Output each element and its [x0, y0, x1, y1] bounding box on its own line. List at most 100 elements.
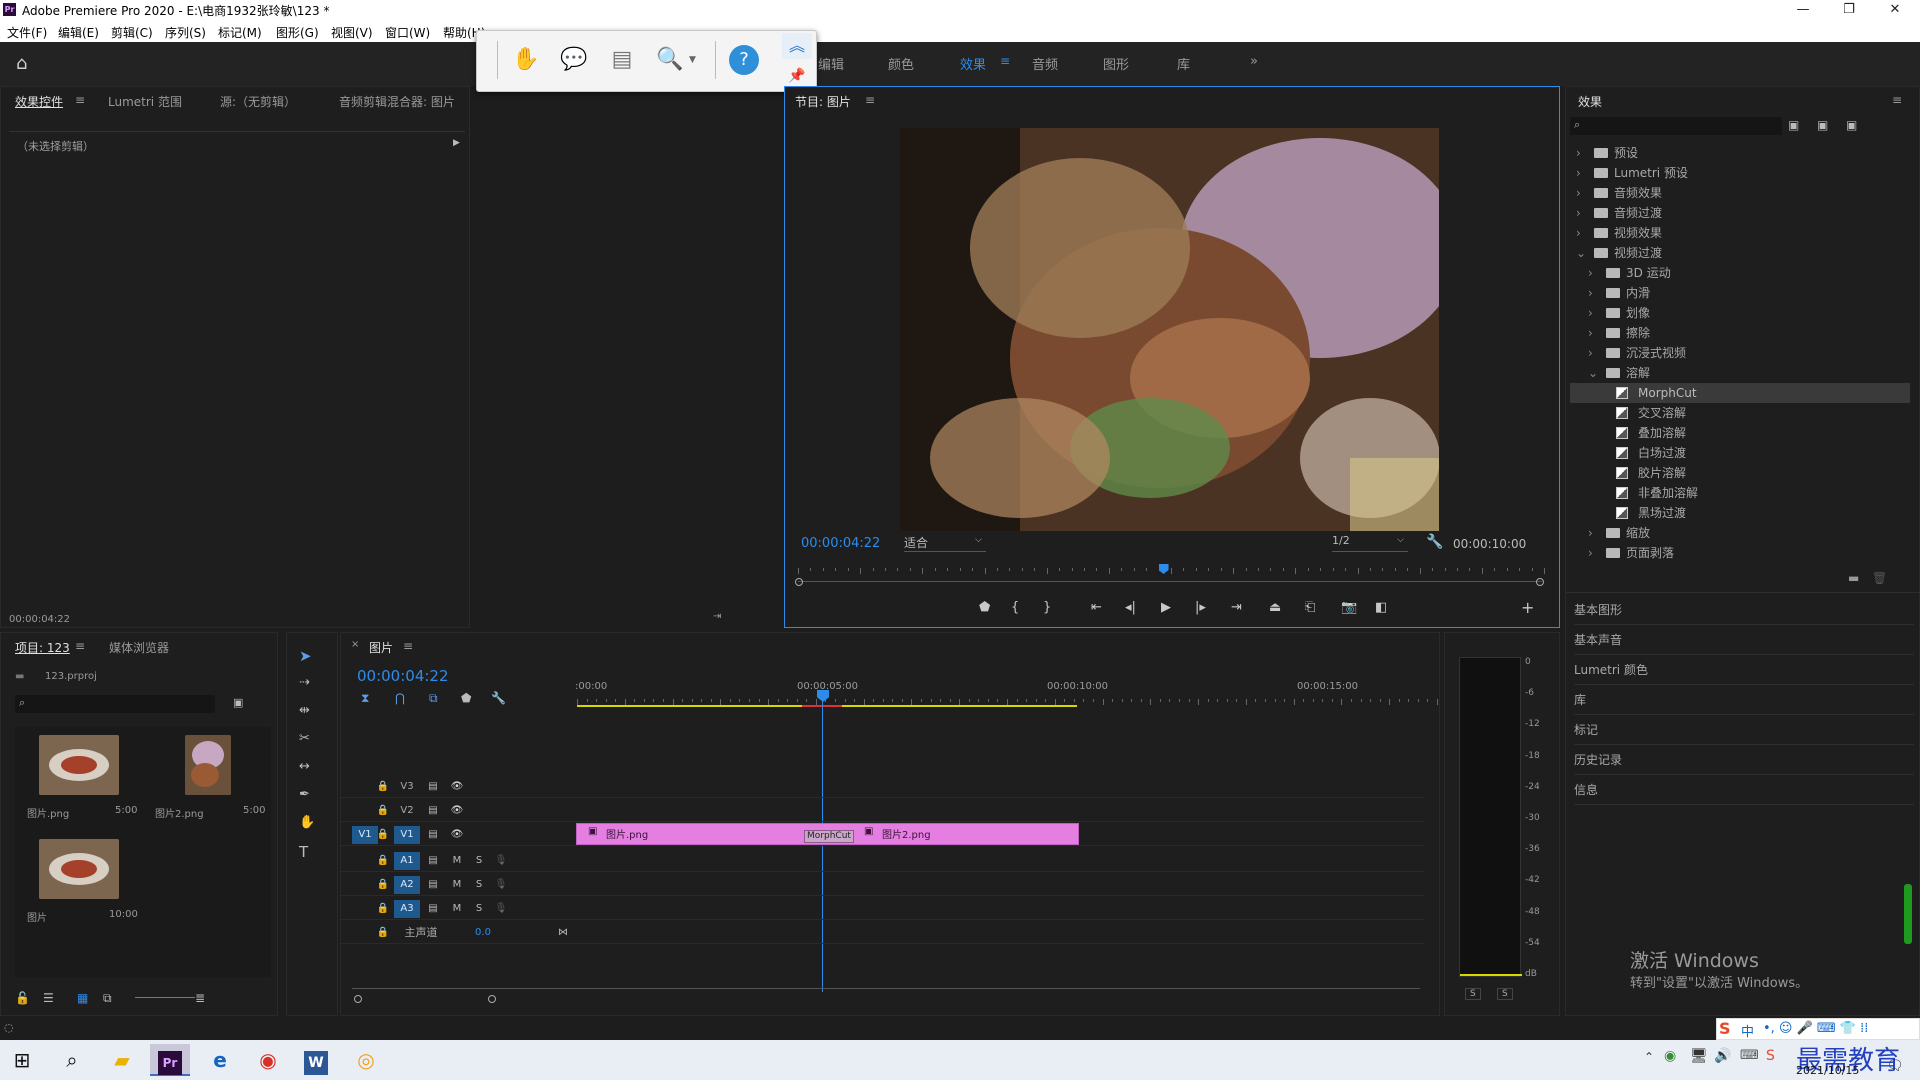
- tray-expand-icon[interactable]: ⌃: [1644, 1050, 1654, 1064]
- workspace-audio[interactable]: 音频: [1032, 54, 1058, 73]
- fit-dropdown[interactable]: 适合 ⌵: [904, 534, 986, 552]
- slip-tool-icon[interactable]: ↔: [299, 759, 310, 774]
- pen-tool-icon[interactable]: ✒: [299, 787, 310, 802]
- menu-sequence[interactable]: 序列(S): [165, 24, 206, 41]
- sogou-tray-icon[interactable]: S: [1766, 1048, 1775, 1064]
- chevron-right-icon[interactable]: ›: [1576, 223, 1586, 243]
- voiceover-record-icon[interactable]: 🎙: [488, 876, 514, 894]
- workspace-more-icon[interactable]: »: [1250, 54, 1258, 69]
- tab-audio-clip-mixer[interactable]: 音频剪辑混合器: 图片: [339, 93, 455, 110]
- time-ruler[interactable]: :00:00 00:00:05:00 00:00:10:00 00:00:15:…: [575, 677, 1438, 707]
- solo-right-button[interactable]: S: [1497, 988, 1513, 1000]
- project-search-input[interactable]: ⌕: [15, 695, 215, 713]
- chevron-right-icon[interactable]: ›: [1588, 283, 1598, 303]
- scroll-handle-right[interactable]: [488, 995, 496, 1003]
- effects-tree-item[interactable]: › 缩放: [1570, 523, 1910, 543]
- chevron-right-icon[interactable]: ›: [1588, 303, 1598, 323]
- tab-project[interactable]: 项目: 123: [15, 639, 70, 656]
- toggle-track-output-icon[interactable]: 👁: [444, 802, 470, 820]
- chevron-right-icon[interactable]: ›: [1588, 343, 1598, 363]
- sync-lock-icon[interactable]: ▤: [420, 900, 446, 918]
- add-marker-icon[interactable]: ⬟: [979, 600, 990, 615]
- track-lock-icon[interactable]: 🔒: [370, 826, 396, 844]
- workspace-edit[interactable]: 编辑: [818, 54, 844, 73]
- chevron-right-icon[interactable]: ›: [1588, 323, 1598, 343]
- effects-tree-item[interactable]: › Lumetri 预设: [1570, 163, 1910, 183]
- voiceover-record-icon[interactable]: 🎙: [488, 900, 514, 918]
- 32bit-effects-icon[interactable]: ▣: [1817, 118, 1828, 132]
- collapse-up-icon[interactable]: ︽: [782, 33, 812, 59]
- go-to-out-icon[interactable]: ⇥: [1231, 600, 1242, 615]
- sort-icon[interactable]: ≣: [195, 991, 205, 1005]
- clip-name-2[interactable]: 图片2.png: [882, 826, 931, 841]
- button-editor-add-icon[interactable]: +: [1521, 598, 1534, 617]
- track-lock-icon[interactable]: 🔒: [370, 876, 396, 894]
- track-name[interactable]: V3: [394, 778, 420, 796]
- sync-lock-icon[interactable]: ▤: [420, 876, 446, 894]
- timeline-settings-icon[interactable]: 🔧: [491, 691, 506, 705]
- track-lock-icon[interactable]: 🔒: [370, 924, 396, 942]
- new-search-bin-icon[interactable]: ▣: [233, 696, 243, 709]
- zoom-slider[interactable]: [135, 997, 195, 998]
- effects-section-header[interactable]: 基本声音: [1574, 631, 1914, 655]
- step-back-icon[interactable]: ◂|: [1125, 600, 1136, 615]
- effects-search-input[interactable]: ⌕: [1570, 117, 1782, 135]
- effects-section-header[interactable]: 库: [1574, 691, 1914, 715]
- track-name[interactable]: A1: [394, 852, 420, 870]
- workspace-effects[interactable]: 效果: [960, 54, 986, 73]
- program-scrubber[interactable]: [798, 562, 1545, 582]
- sogou-ime-icon[interactable]: S: [1719, 1019, 1731, 1038]
- start-windows-icon[interactable]: ⊞: [2, 1044, 42, 1076]
- tray-app-icon[interactable]: ◉: [1664, 1048, 1676, 1064]
- solo-left-button[interactable]: S: [1465, 988, 1481, 1000]
- program-monitor-menu-icon[interactable]: ≡: [865, 93, 875, 107]
- yuv-effects-icon[interactable]: ▣: [1846, 118, 1857, 132]
- ime-tray-icon[interactable]: ⌨: [1740, 1048, 1759, 1063]
- lift-icon[interactable]: ⏏: [1269, 600, 1281, 615]
- menu-edit[interactable]: 编辑(E): [58, 24, 99, 41]
- mark-in-icon[interactable]: {: [1011, 600, 1019, 615]
- thumbnail-sequence[interactable]: [39, 839, 119, 899]
- toggle-track-output-icon[interactable]: 👁: [444, 826, 470, 844]
- timeline-timecode[interactable]: 00:00:04:22: [357, 667, 449, 685]
- effects-tree-item[interactable]: ⌄ 视频过渡: [1570, 243, 1910, 263]
- track-name[interactable]: V2: [394, 802, 420, 820]
- export-frame-icon[interactable]: 📷: [1341, 600, 1357, 615]
- add-marker-icon[interactable]: ⬟: [461, 691, 471, 705]
- menu-graphics[interactable]: 图形(G): [276, 24, 319, 41]
- selection-tool-icon[interactable]: ➤: [299, 647, 312, 665]
- thumbnail-image-2[interactable]: [185, 735, 231, 795]
- file-explorer-icon[interactable]: ▰: [102, 1044, 142, 1076]
- effects-tree-item[interactable]: 白场过渡: [1570, 443, 1910, 463]
- sync-lock-icon[interactable]: ▤: [420, 852, 446, 870]
- hand-icon[interactable]: ✋: [509, 43, 543, 77]
- premiere-taskbar-icon[interactable]: Pr: [150, 1044, 190, 1076]
- zoom-handle-right[interactable]: [1536, 578, 1544, 586]
- chevron-right-icon[interactable]: ›: [1588, 263, 1598, 283]
- chevron-right-icon[interactable]: ›: [1576, 183, 1586, 203]
- wrench-icon[interactable]: 🔧: [1426, 534, 1443, 550]
- scroll-handle-left[interactable]: [354, 995, 362, 1003]
- chevron-down-icon[interactable]: ⌄: [1588, 363, 1598, 383]
- notification-icon[interactable]: 🗨: [1886, 1058, 1904, 1074]
- step-forward-icon[interactable]: |▸: [1195, 600, 1206, 615]
- sync-lock-icon[interactable]: ▤: [420, 826, 446, 844]
- menu-view[interactable]: 视图(V): [331, 24, 373, 41]
- tab-media-browser[interactable]: 媒体浏览器: [109, 639, 169, 656]
- lock-icon[interactable]: 🔓: [15, 991, 30, 1005]
- menu-marker[interactable]: 标记(M): [218, 24, 262, 41]
- chevron-right-icon[interactable]: ›: [1576, 203, 1586, 223]
- menu-window[interactable]: 窗口(W): [385, 24, 430, 41]
- ime-toolbar-icons[interactable]: •, ☺ 🎤 ⌨ 👕 ⁞⁞: [1763, 1021, 1868, 1036]
- effects-tree-item[interactable]: ⌄ 溶解: [1570, 363, 1910, 383]
- home-icon[interactable]: ⌂: [16, 53, 40, 75]
- help-icon[interactable]: ?: [729, 45, 759, 75]
- clip-name-1[interactable]: 图片.png: [606, 826, 648, 841]
- edge-icon[interactable]: e: [200, 1044, 240, 1076]
- effects-section-header[interactable]: 基本图形: [1574, 601, 1914, 625]
- effects-tree-item[interactable]: 交叉溶解: [1570, 403, 1910, 423]
- minimize-button[interactable]: —: [1780, 0, 1826, 20]
- morphcut-transition[interactable]: MorphCut: [804, 830, 854, 843]
- chevron-right-icon[interactable]: ›: [1576, 163, 1586, 183]
- thumbnail-image-1[interactable]: [39, 735, 119, 795]
